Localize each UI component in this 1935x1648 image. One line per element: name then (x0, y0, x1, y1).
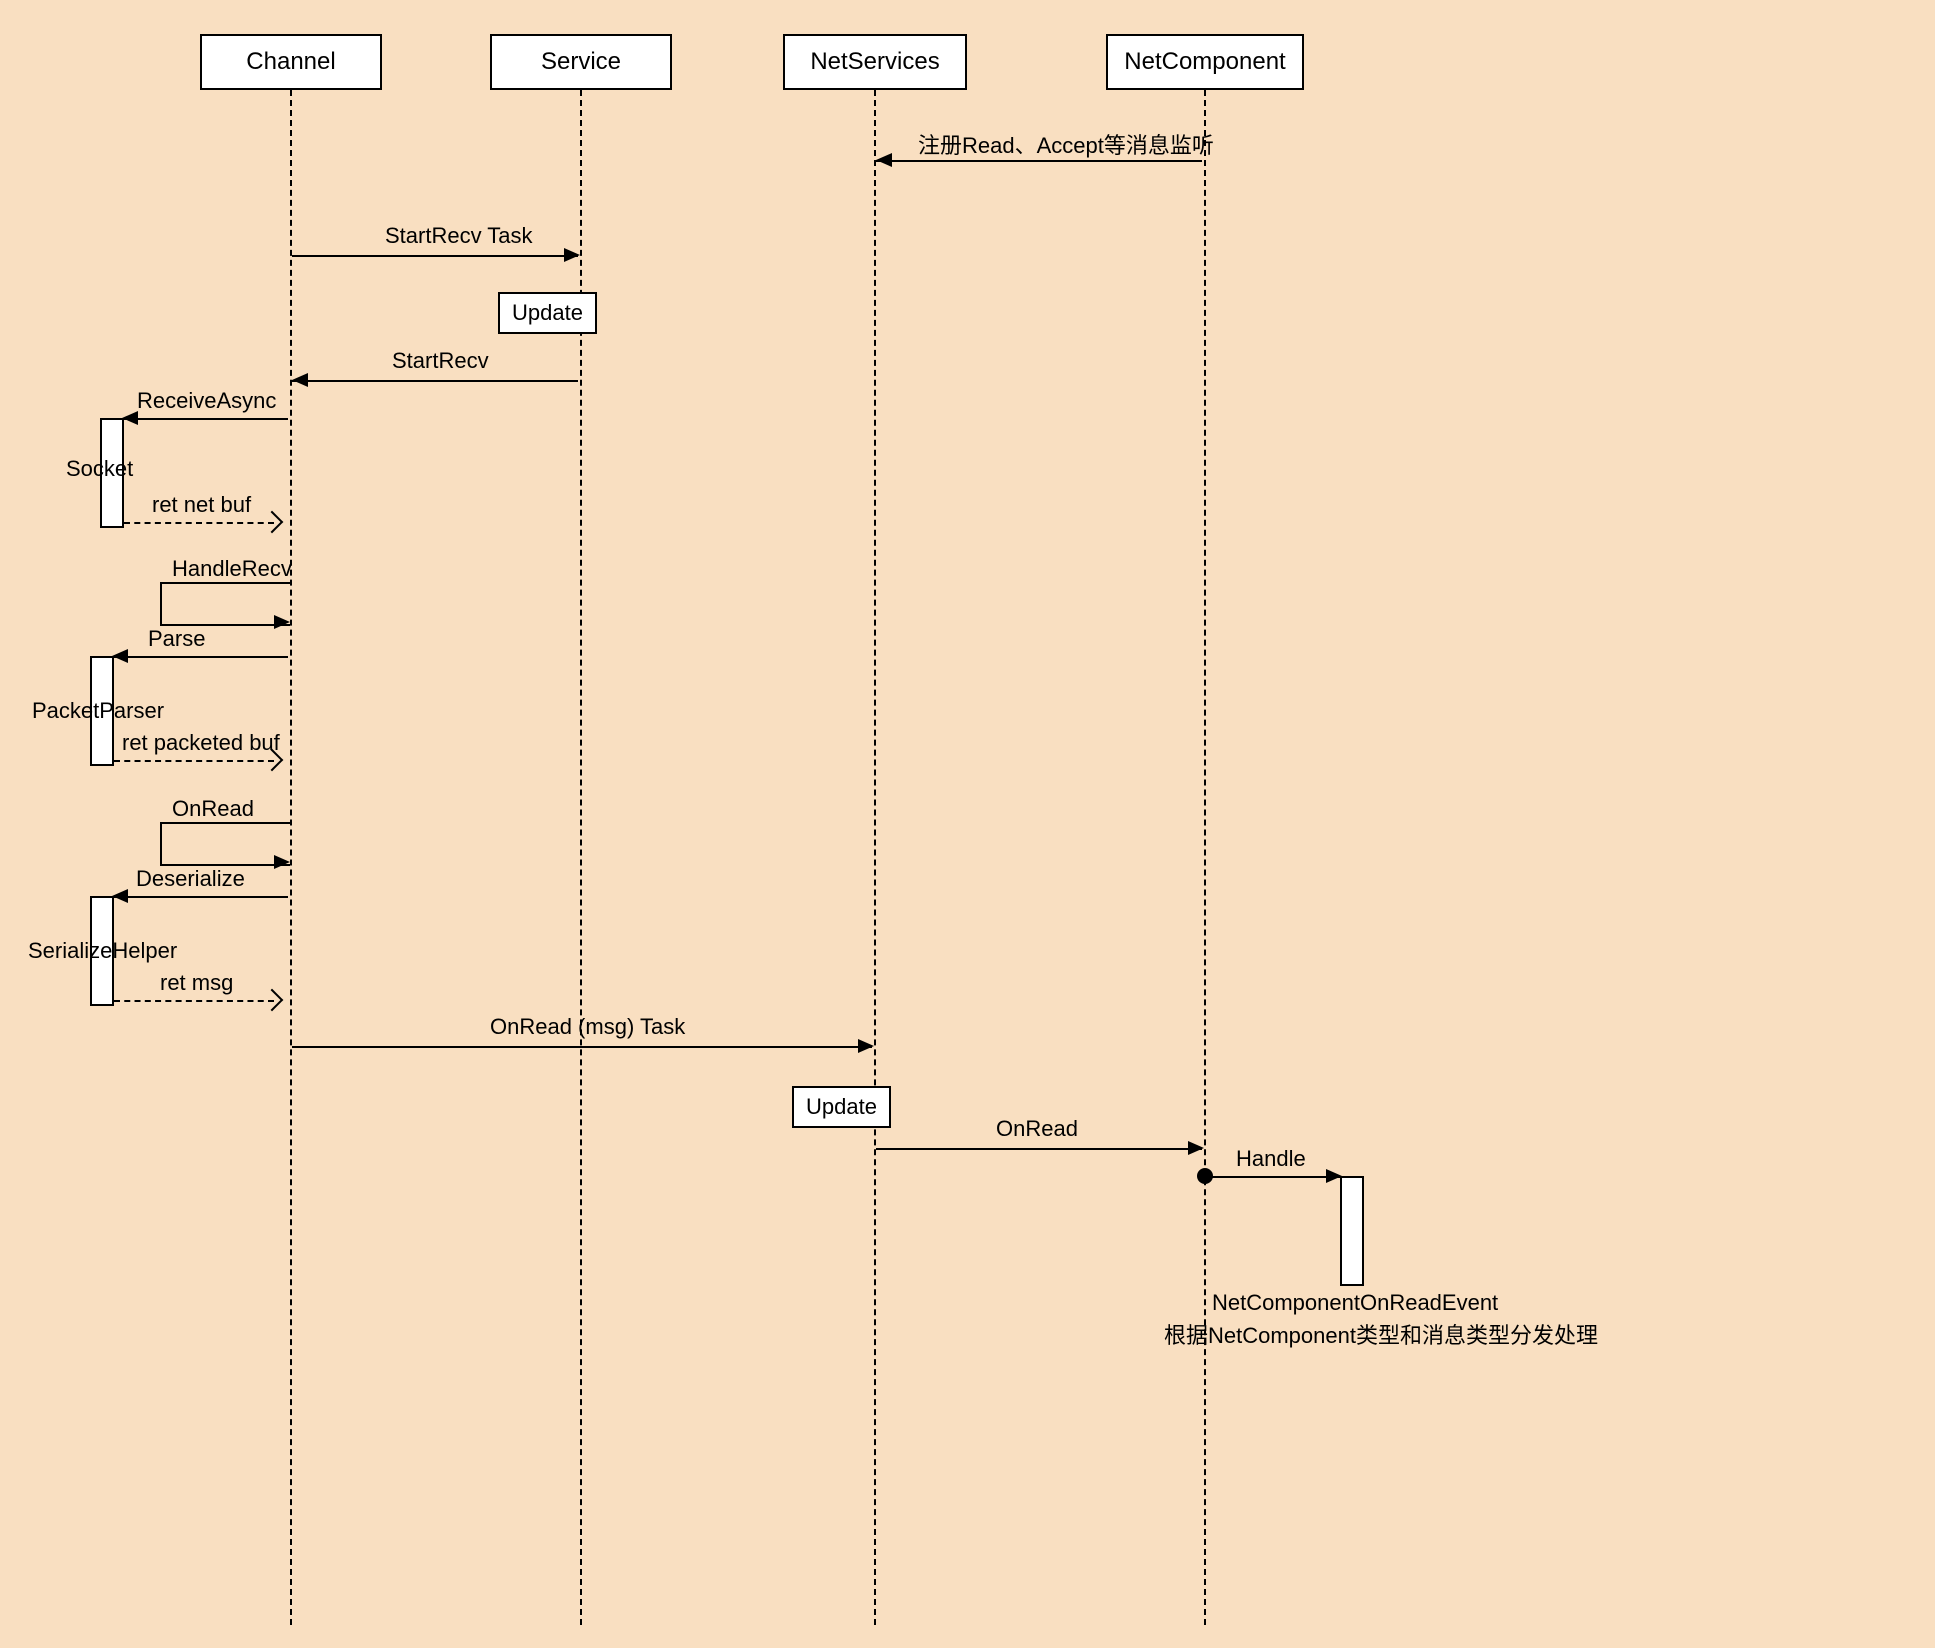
self-call-onread (160, 822, 290, 866)
label-onread2: OnRead (996, 1116, 1078, 1142)
lifeline-line-channel (290, 90, 292, 1625)
label-packetparser: PacketParser (32, 698, 164, 724)
arrow-retnetbuf (124, 522, 274, 524)
label-eventname: NetComponentOnReadEvent (1212, 1290, 1498, 1316)
label-startrecv: StartRecv (392, 348, 489, 374)
lifeline-label: Service (541, 48, 621, 75)
lifeline-label: Channel (246, 48, 335, 75)
lifeline-service: Service (490, 34, 672, 90)
self-call-handlerecv (160, 582, 290, 626)
label-handlerecv: HandleRecv (172, 556, 292, 582)
arrow-retmsg (114, 1000, 274, 1002)
label-receiveasync: ReceiveAsync (137, 388, 276, 414)
lifeline-line-netcomponent (1204, 90, 1206, 1625)
lifeline-channel: Channel (200, 34, 382, 90)
activation-event (1340, 1176, 1364, 1286)
arrow-startrecv (292, 380, 578, 382)
note-update1: Update (498, 292, 597, 334)
arrowhead-open-icon (261, 989, 284, 1012)
lifeline-netservices: NetServices (783, 34, 967, 90)
label-onread: OnRead (172, 796, 254, 822)
label-dispatch: 根据NetComponent类型和消息类型分发处理 (1164, 1318, 1598, 1350)
label-register: 注册Read、Accept等消息监听 (918, 128, 1214, 160)
arrowhead-right-icon (274, 615, 290, 629)
label-deserialize: Deserialize (136, 866, 245, 892)
arrowhead-left-icon (112, 889, 128, 903)
arrowhead-right-icon (858, 1039, 874, 1053)
arrowhead-left-icon (112, 649, 128, 663)
label-serializehelper: SerializeHelper (28, 938, 177, 964)
note-update2: Update (792, 1086, 891, 1128)
arrowhead-right-icon (564, 248, 580, 262)
arrowhead-left-icon (122, 411, 138, 425)
label-retpacketedbuf: ret packeted buf (122, 730, 280, 756)
arrow-retpacketedbuf (114, 760, 274, 762)
arrowhead-right-icon (1188, 1141, 1204, 1155)
arrow-onreadmsgtask (292, 1046, 872, 1048)
arrow-startrecvtask (292, 255, 578, 257)
arrowhead-left-icon (292, 373, 308, 387)
lost-message-dot (1197, 1168, 1213, 1184)
arrowhead-open-icon (261, 511, 284, 534)
label-startrecvtask: StartRecv Task (385, 223, 533, 249)
lifeline-label: NetComponent (1124, 48, 1285, 75)
label-retmsg: ret msg (160, 970, 233, 996)
arrow-handle (1212, 1176, 1340, 1178)
arrow-register (876, 160, 1202, 162)
arrow-parse (112, 656, 288, 658)
note-update1-label: Update (512, 300, 583, 325)
label-handle: Handle (1236, 1146, 1306, 1172)
lifeline-netcomponent: NetComponent (1106, 34, 1304, 90)
label-retnetbuf: ret net buf (152, 492, 251, 518)
arrow-deserialize (112, 896, 288, 898)
label-socket: Socket (66, 456, 133, 482)
arrowhead-right-icon (274, 855, 290, 869)
label-onreadmsgtask: OnRead (msg) Task (490, 1014, 685, 1040)
lifeline-line-netservices (874, 90, 876, 1625)
lifeline-label: NetServices (810, 48, 939, 75)
arrow-receiveasync (122, 418, 288, 420)
label-parse: Parse (148, 626, 205, 652)
note-update2-label: Update (806, 1094, 877, 1119)
arrowhead-left-icon (876, 153, 892, 167)
arrow-onread2 (876, 1148, 1202, 1150)
